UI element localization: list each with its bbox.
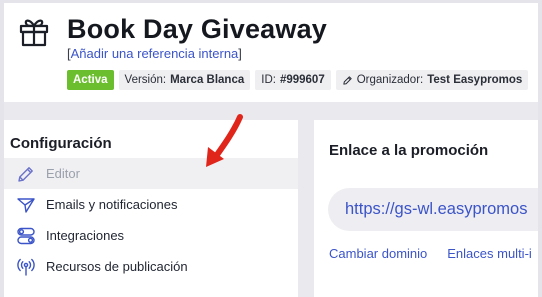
pencil-icon (18, 166, 33, 182)
internal-reference: [Añadir una referencia interna] (67, 46, 242, 61)
ref-bracket-close: ] (238, 46, 242, 61)
menu-item-label: Editor (46, 166, 80, 181)
promotion-link-title: Enlace a la promoción (329, 142, 489, 159)
menu-item-label: Emails y notificaciones (46, 197, 178, 212)
status-badges: Activa Versión: Marca Blanca ID: #999607… (67, 70, 529, 90)
configuration-menu: Editor Emails y notificaciones Integraci… (4, 158, 298, 282)
promotion-link-actions: Cambiar dominio Enlaces multi-i (329, 246, 532, 261)
version-badge: Versión: Marca Blanca (118, 70, 251, 90)
id-badge: ID: #999607 (255, 70, 331, 90)
menu-item-label: Recursos de publicación (46, 259, 188, 274)
annotation-arrow-icon (206, 114, 243, 167)
organizer-value: Test Easypromos (427, 74, 523, 86)
id-value: #999607 (279, 74, 325, 86)
version-value: Marca Blanca (170, 74, 245, 86)
section-separator (4, 102, 538, 120)
page-title: Book Day Giveaway (67, 14, 328, 44)
organizer-label: Organizador: (356, 74, 424, 86)
version-label: Versión: (124, 74, 167, 86)
panel-gutter (298, 120, 314, 297)
promotion-url-field[interactable]: https://gs-wl.easypromos (328, 188, 538, 231)
menu-item-label: Integraciones (46, 228, 125, 243)
change-domain-link[interactable]: Cambiar dominio (329, 246, 427, 261)
menu-item-publishing-resources[interactable]: Recursos de publicación (4, 251, 298, 282)
organizer-badge[interactable]: Organizador: Test Easypromos (335, 70, 529, 90)
configuration-panel: Configuración Editor Emails y notificaci… (4, 120, 298, 297)
configuration-title: Configuración (10, 135, 112, 152)
pencil-icon (343, 75, 352, 85)
paper-plane-icon (17, 197, 35, 213)
status-badge: Activa (67, 70, 114, 90)
menu-item-editor[interactable]: Editor (4, 158, 298, 189)
id-label: ID: (261, 74, 276, 86)
broadcast-icon (17, 258, 35, 276)
multi-links-link[interactable]: Enlaces multi-i (447, 246, 532, 261)
gift-icon (19, 19, 49, 47)
toggles-icon (17, 227, 35, 244)
menu-item-emails[interactable]: Emails y notificaciones (4, 189, 298, 220)
promotion-header: Book Day Giveaway [Añadir una referencia… (4, 3, 538, 102)
menu-item-integrations[interactable]: Integraciones (4, 220, 298, 251)
promotion-link-panel: Enlace a la promoción https://gs-wl.easy… (314, 120, 538, 297)
add-internal-reference-link[interactable]: Añadir una referencia interna (71, 46, 239, 61)
